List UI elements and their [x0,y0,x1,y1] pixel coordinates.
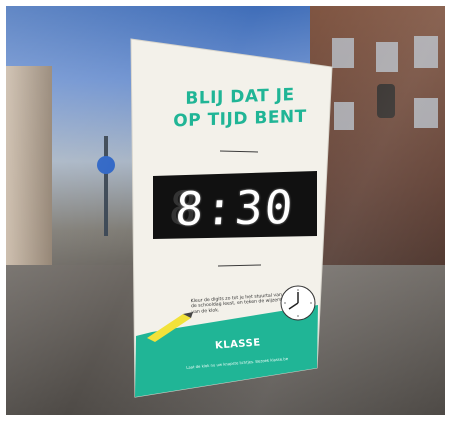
clock-icon [280,285,316,321]
poster: BLIJ DAT JE OP TIJD BENT 8 8:30 Kleur de… [0,0,449,421]
clock-display-time: 8:30 [173,179,297,237]
poster-headline: BLIJ DAT JE OP TIJD BENT [160,83,320,133]
